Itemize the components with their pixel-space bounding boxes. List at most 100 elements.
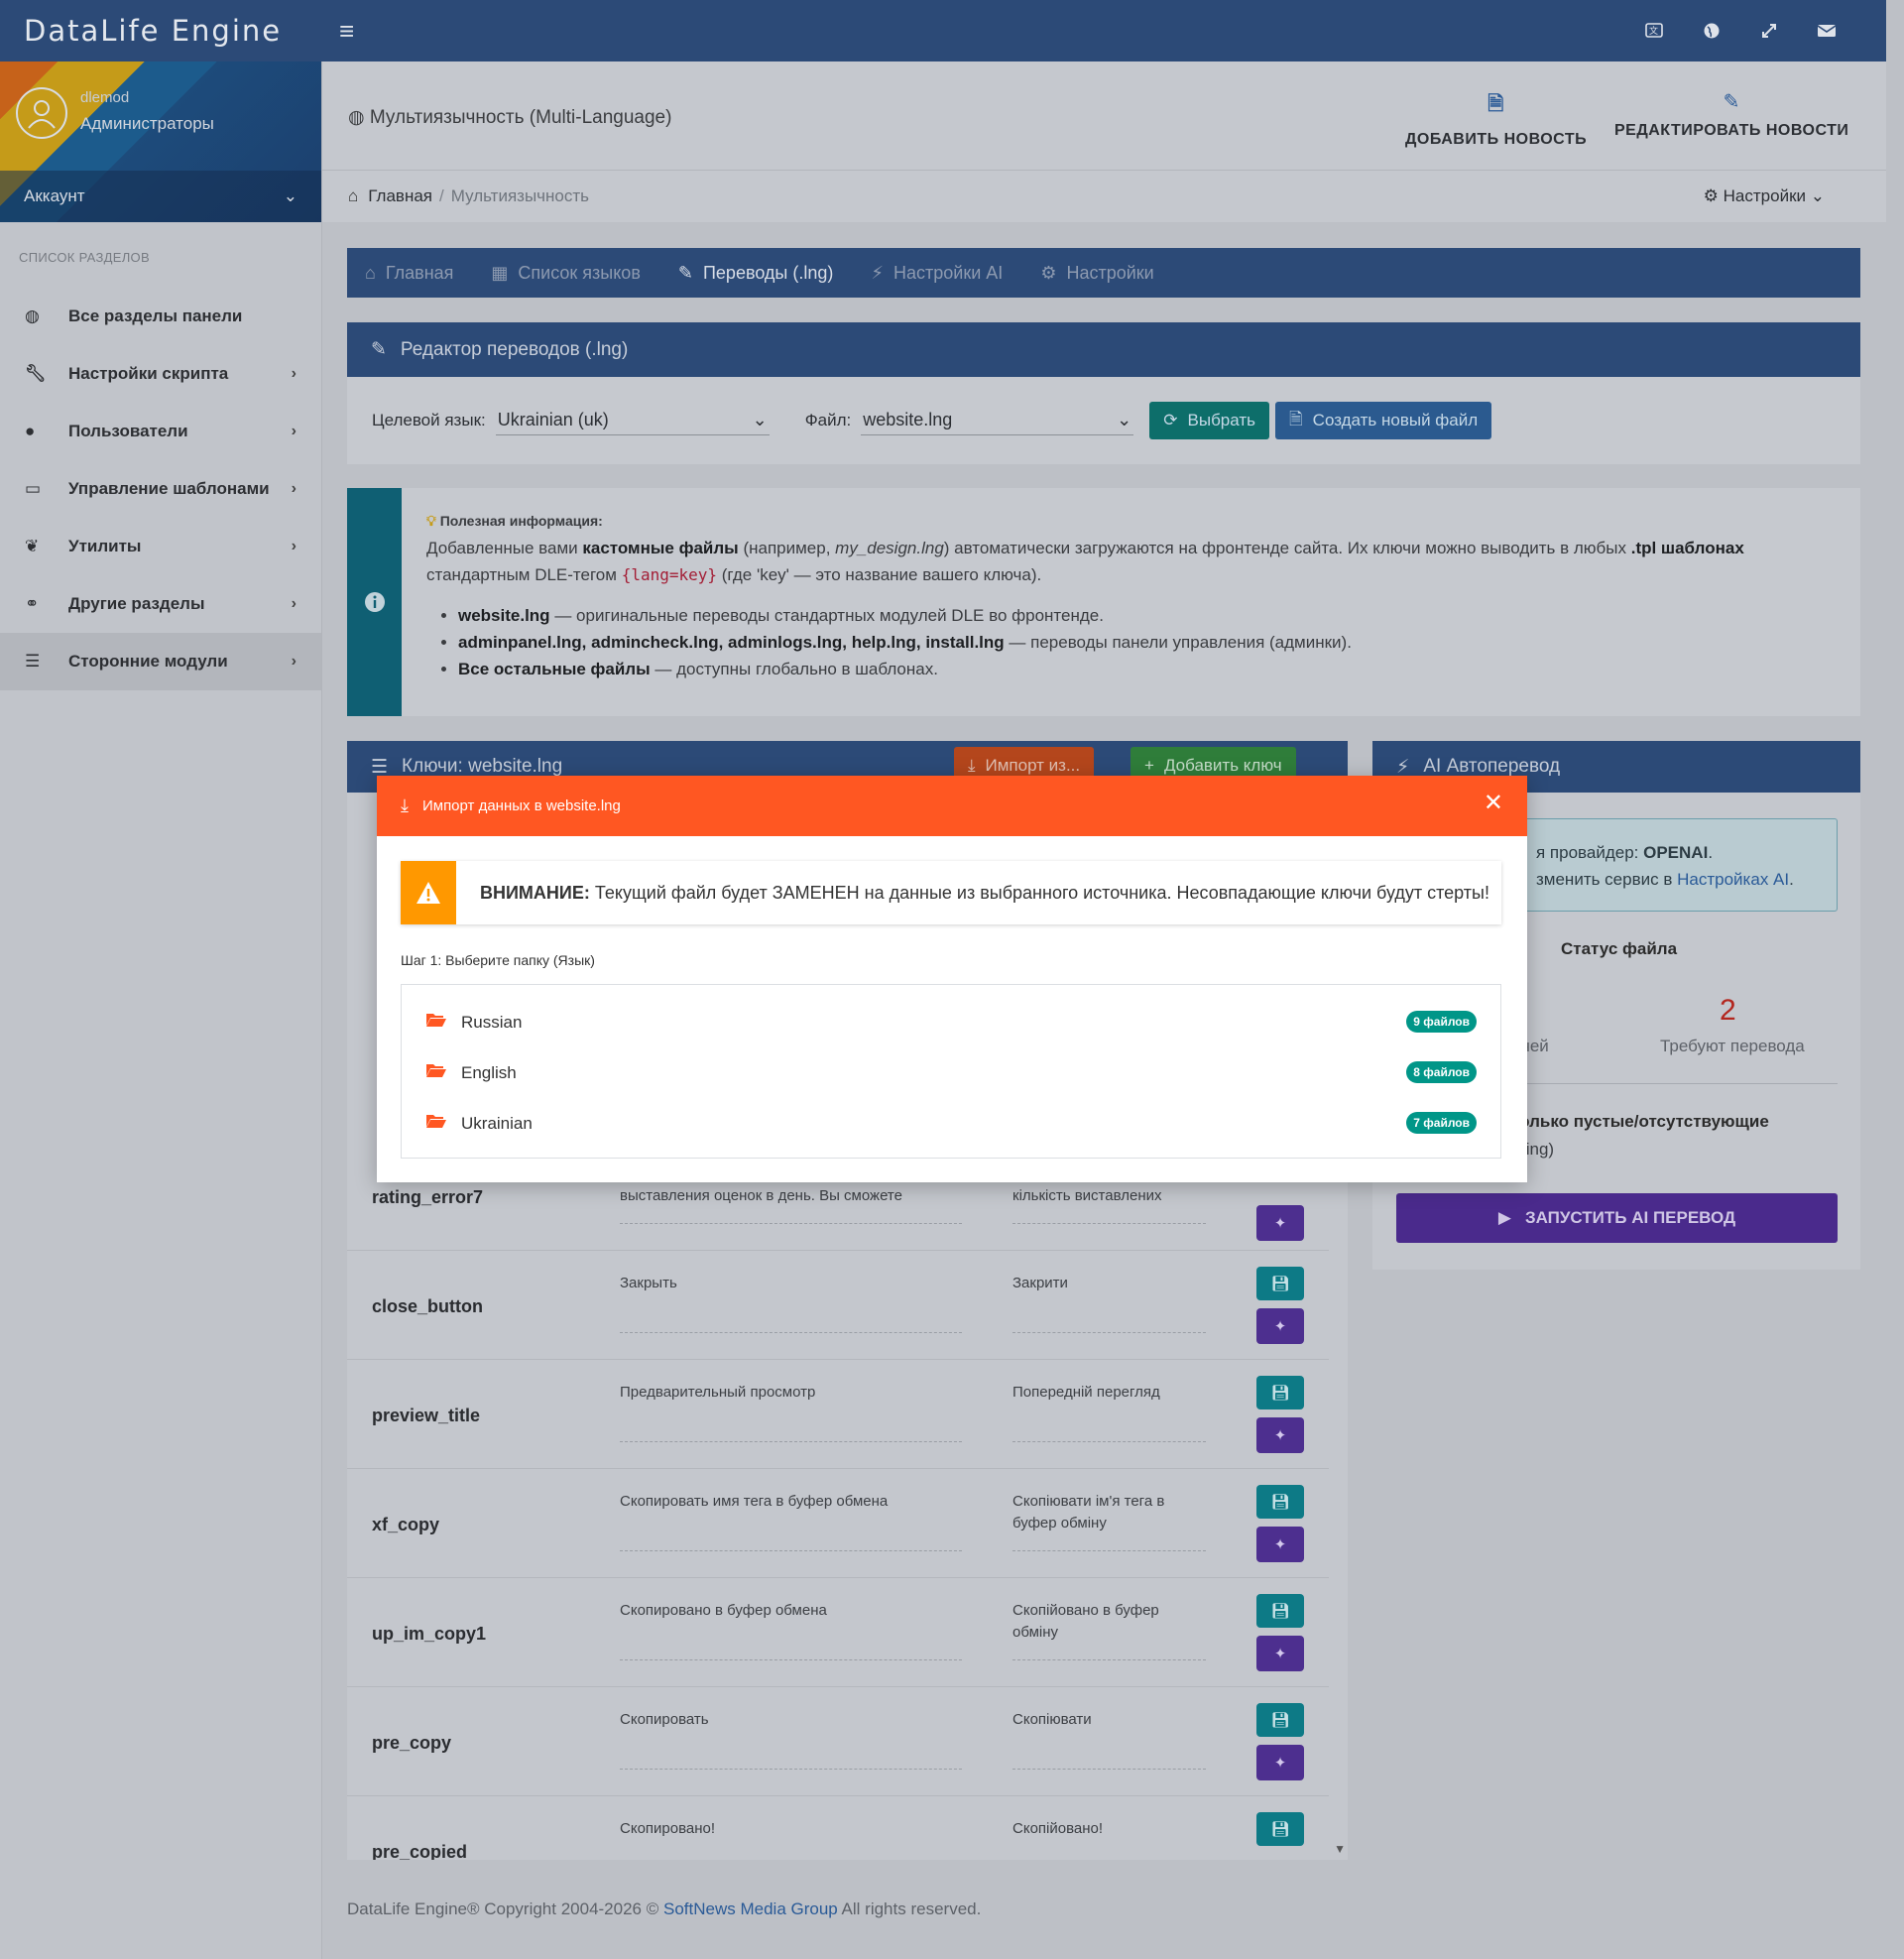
divider [620, 1441, 962, 1442]
original-text[interactable]: Скопировать имя тега в буфер обмена [620, 1491, 962, 1513]
footer-link[interactable]: SoftNews Media Group [663, 1899, 838, 1918]
run-ai-translate-button[interactable]: ▶ ЗАПУСТИТЬ AI ПЕРЕВОД [1396, 1193, 1838, 1243]
breadcrumb-home[interactable]: Главная [368, 186, 432, 206]
info-callout: 💡︎ Полезная информация: Добавленные вами… [347, 488, 1860, 716]
ai-translate-button[interactable]: ✦ [1256, 1308, 1304, 1344]
warning-alert: ВНИМАНИЕ: Текущий файл будет ЗАМЕНЕН на … [401, 861, 1501, 924]
translation-input[interactable]: Скопійовано в буфер обміну [1012, 1600, 1206, 1644]
info-icon [347, 488, 402, 716]
list-item: Все остальные файлы — доступны глобально… [458, 656, 1821, 682]
save-button[interactable]: 💾︎ [1256, 1376, 1304, 1409]
translation-input[interactable]: Попередній перегляд [1012, 1382, 1206, 1404]
settings-dropdown[interactable]: ⚙ Настройки ⌄ [1704, 186, 1825, 206]
ai-translate-button[interactable]: ✦ [1256, 1205, 1304, 1241]
ai-translate-button[interactable]: ✦ [1256, 1527, 1304, 1562]
save-button[interactable]: 💾︎ [1256, 1594, 1304, 1628]
info-bold: website.lng [458, 606, 550, 625]
ai-translate-button[interactable]: ✦ [1256, 1636, 1304, 1671]
original-text[interactable]: выставления оценок в день. Вы сможете [620, 1185, 962, 1207]
translation-input[interactable]: Скопіювати ім'я тега в буфер обміну [1012, 1491, 1206, 1534]
save-button[interactable]: 💾︎ [1256, 1485, 1304, 1519]
folder-item-english[interactable]: English 8 файлов [402, 1047, 1500, 1098]
chevron-down-icon: ⌄ [1117, 410, 1132, 429]
brand-logo[interactable]: DataLife Engine [0, 14, 322, 48]
sidebar-item-all-sections[interactable]: ◍ Все разделы панели [0, 288, 321, 345]
folder-item-russian[interactable]: Russian 9 файлов [402, 997, 1500, 1047]
chevron-right-icon: › [291, 595, 297, 612]
sidebar-item-utilities[interactable]: ❦ Утилиты › [0, 518, 321, 575]
sidebar-item-script-settings[interactable]: 🔧︎ Настройки скрипта › [0, 345, 321, 403]
original-text[interactable]: Закрыть [620, 1273, 962, 1294]
settings-label: Настройки [1723, 186, 1807, 205]
info-paragraph: Добавленные вами кастомные файлы (наприм… [426, 535, 1821, 588]
folder-list: Russian 9 файлов English 8 файлов Ukrain… [401, 984, 1501, 1159]
original-text[interactable]: Скопировано в буфер обмена [620, 1600, 962, 1622]
avatar-icon[interactable] [16, 87, 67, 139]
ai-settings-link[interactable]: Настройках AI [1677, 870, 1789, 889]
language-icon[interactable]: 文 [1644, 21, 1664, 41]
translation-input[interactable]: Скопійовано! [1012, 1818, 1206, 1840]
divider [1012, 1659, 1206, 1660]
translation-input[interactable]: Закрити [1012, 1273, 1206, 1294]
edit-news-button[interactable]: ✎ РЕДАКТИРОВАТЬ НОВОСТИ [1614, 89, 1848, 140]
ai-translate-button[interactable]: ✦ [1256, 1745, 1304, 1780]
envelope-icon[interactable] [1817, 21, 1837, 41]
select-button[interactable]: ⟳ Выбрать [1149, 402, 1269, 439]
table-row: xf_copy Скопировать имя тега в буфер обм… [347, 1469, 1329, 1578]
sidebar-item-third-party[interactable]: ☰ Сторонние модули › [0, 633, 321, 690]
target-language-select[interactable]: Ukrainian (uk) ⌄ [495, 406, 770, 435]
tab-languages[interactable]: ▦ Список языков [491, 263, 641, 284]
tab-ai-settings[interactable]: ⚡ Настройки AI [871, 263, 1003, 284]
key-name: preview_title [372, 1406, 481, 1425]
folder-item-ukrainian[interactable]: Ukrainian 7 файлов [402, 1098, 1500, 1149]
close-icon[interactable]: ✕ [1484, 792, 1503, 815]
tab-settings[interactable]: ⚙ Настройки [1040, 263, 1153, 284]
sidebar-item-other[interactable]: ⚭ Другие разделы › [0, 575, 321, 633]
list-icon: ☰ [25, 652, 41, 671]
ai-translate-button[interactable]: ✦ [1256, 1417, 1304, 1453]
step-label: Шаг 1: Выберите папку (Язык) [401, 952, 595, 968]
tab-translations[interactable]: ✎ Переводы (.lng) [678, 263, 834, 284]
add-news-button[interactable]: 🗎︎ ДОБАВИТЬ НОВОСТЬ [1405, 89, 1587, 149]
info-title-row: 💡︎ Полезная информация: [426, 508, 1821, 535]
save-button[interactable]: 💾︎ [1256, 1812, 1304, 1846]
translation-input[interactable]: Скопіювати [1012, 1709, 1206, 1731]
sidebar: dlemod Администраторы Аккаунт ⌄ СПИСОК Р… [0, 61, 322, 1959]
top-icons: 文 [1644, 0, 1837, 61]
import-button-label: Импорт из... [985, 756, 1081, 775]
original-text[interactable]: Предварительный просмотр [620, 1382, 962, 1404]
divider [620, 1223, 962, 1224]
save-button[interactable]: 💾︎ [1256, 1703, 1304, 1737]
fullscreen-icon[interactable] [1759, 21, 1779, 41]
warning-text: ВНИМАНИЕ: Текущий файл будет ЗАМЕНЕН на … [456, 883, 1489, 904]
warning-message: Текущий файл будет ЗАМЕНЕН на данные из … [594, 882, 1489, 903]
sidebar-item-users[interactable]: ● Пользователи › [0, 403, 321, 460]
info-list: website.lng — оригинальные переводы стан… [426, 602, 1821, 682]
sidebar-item-templates[interactable]: ▭ Управление шаблонами › [0, 460, 321, 518]
tab-label: Настройки [1066, 262, 1154, 283]
tab-home[interactable]: ⌂ Главная [365, 263, 453, 284]
new-file-button[interactable]: 🗎︎ Создать новый файл [1275, 402, 1492, 439]
save-button[interactable]: 💾︎ [1256, 1267, 1304, 1300]
sidebar-heading: СПИСОК РАЗДЕЛОВ [19, 250, 150, 265]
target-language-value: Ukrainian (uk) [497, 410, 609, 429]
file-count-badge: 8 файлов [1406, 1061, 1477, 1083]
refresh-icon: ⟳ [1163, 411, 1178, 429]
menu-toggle-icon[interactable]: ≡ [339, 16, 354, 47]
translation-input[interactable]: кількість виставлених [1012, 1185, 1206, 1207]
edit-news-label: РЕДАКТИРОВАТЬ НОВОСТИ [1614, 122, 1849, 139]
tab-label: Главная [385, 262, 454, 283]
original-text[interactable]: Скопировано! [620, 1818, 962, 1840]
sidebar-item-label: Другие разделы [68, 594, 205, 613]
globe-icon: ◍ [25, 306, 40, 325]
modal-title: Импорт данных в website.lng [421, 797, 621, 814]
divider [620, 1550, 962, 1551]
globe-icon[interactable] [1702, 21, 1722, 41]
scroll-down-arrow-icon[interactable]: ▼ [1334, 1842, 1346, 1856]
user-name: dlemod [80, 89, 130, 106]
info-italic: my_design.lng [835, 539, 944, 557]
file-select[interactable]: website.lng ⌄ [861, 406, 1134, 435]
original-text[interactable]: Скопировать [620, 1709, 962, 1731]
account-dropdown[interactable]: Аккаунт ⌄ [0, 171, 321, 222]
only-empty-option[interactable]: только пустые/отсутствующие [1511, 1112, 1769, 1132]
